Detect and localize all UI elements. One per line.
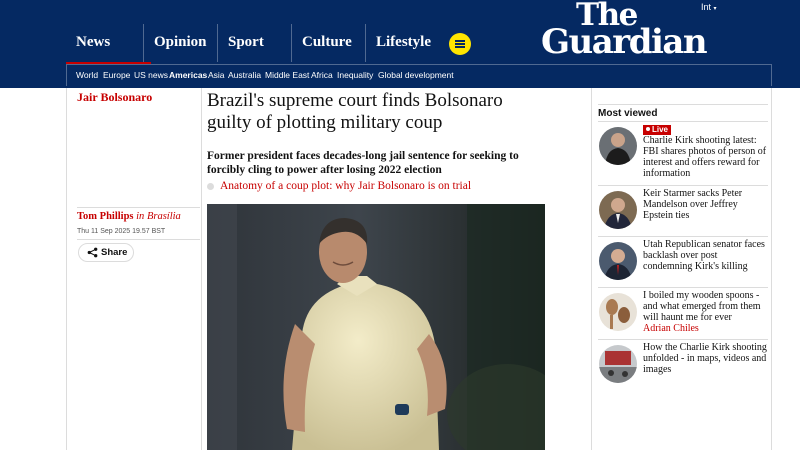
pillar-lifestyle[interactable]: Lifestyle [365, 24, 439, 62]
subnav-americas[interactable]: Americas [169, 70, 207, 80]
most-viewed-item[interactable]: Keir Starmer sacks Peter Mandelson over … [598, 185, 768, 237]
most-viewed-text: I boiled my wooden spoons - and what eme… [643, 290, 767, 334]
column-rule [771, 88, 772, 450]
most-viewed-headline[interactable]: Utah Republican senator faces backlash o… [643, 239, 765, 272]
chevron-down-icon: ▾ [713, 6, 717, 12]
thumbnail-image [599, 345, 637, 383]
pillar-culture[interactable]: Culture [291, 24, 365, 62]
subnav-europe[interactable]: Europe [103, 70, 130, 80]
subnav-australia[interactable]: Australia [228, 70, 261, 80]
subnav-inequality[interactable]: Inequality [337, 70, 373, 80]
subnav-us-news[interactable]: US news [134, 70, 168, 80]
share-icon [87, 247, 98, 258]
author-name[interactable]: Tom Phillips [77, 211, 134, 222]
most-viewed-text: How the Charlie Kirk shooting unfolded -… [643, 342, 767, 375]
live-label: Live [652, 125, 669, 134]
column-rule [591, 88, 592, 450]
article-headline: Brazil's supreme court finds Bolsonaro g… [207, 90, 503, 133]
most-viewed-item[interactable]: How the Charlie Kirk shooting unfolded -… [598, 339, 768, 389]
most-viewed-text: Utah Republican senator faces backlash o… [643, 239, 767, 272]
divider [598, 339, 768, 340]
thumbnail-image [599, 242, 637, 280]
article-standfirst: Former president faces decades-long jail… [207, 150, 519, 176]
divider [598, 287, 768, 288]
most-viewed-item[interactable]: Live Charlie Kirk shooting latest: FBI s… [598, 121, 768, 183]
share-label: Share [101, 247, 128, 258]
series-tag[interactable]: Jair Bolsonaro [77, 90, 152, 105]
live-dot-icon [646, 127, 650, 131]
divider [598, 236, 768, 237]
location-prefix: in [136, 211, 145, 222]
thumbnail-image [599, 127, 637, 165]
location-name: Brasília [146, 211, 181, 222]
pillar-opinion[interactable]: Opinion [143, 24, 217, 62]
subnav-global-development[interactable]: Global development [378, 70, 454, 80]
hero-photo [207, 204, 545, 450]
divider [77, 207, 200, 208]
masthead: Int ▾ The Guardian News Opinion Sport Cu… [0, 0, 800, 88]
column-rule [66, 88, 67, 450]
most-viewed-text: Live Charlie Kirk shooting latest: FBI s… [643, 124, 767, 179]
subnav-world[interactable]: World [76, 70, 98, 80]
pillar-sport[interactable]: Sport [217, 24, 291, 62]
share-button[interactable]: Share [78, 243, 134, 262]
most-viewed-heading: Most viewed [598, 108, 658, 119]
live-badge: Live [643, 125, 672, 135]
most-viewed-headline[interactable]: How the Charlie Kirk shooting unfolded -… [643, 342, 767, 375]
most-viewed-item[interactable]: Utah Republican senator faces backlash o… [598, 236, 768, 286]
thumbnail-image [599, 191, 637, 229]
thumbnail-image [599, 293, 637, 331]
most-viewed-author[interactable]: Adrian Chiles [643, 323, 699, 334]
publish-date: Thu 11 Sep 2025 19.57 BST [77, 228, 166, 235]
most-viewed-text: Keir Starmer sacks Peter Mandelson over … [643, 188, 767, 221]
most-viewed-headline[interactable]: I boiled my wooden spoons - and what eme… [643, 290, 761, 323]
related-link[interactable]: Anatomy of a coup plot: why Jair Bolsona… [207, 180, 471, 192]
bullet-icon [207, 182, 214, 190]
subnav-africa[interactable]: Africa [311, 70, 333, 80]
edition-label[interactable]: Int [701, 2, 711, 12]
logo-line-2: Guardian [541, 22, 708, 62]
byline: Tom Phillips in Brasília [77, 211, 181, 222]
subnav-middle-east[interactable]: Middle East [265, 70, 309, 80]
column-rule [201, 88, 202, 450]
menu-button[interactable] [449, 33, 471, 55]
most-viewed-item[interactable]: I boiled my wooden spoons - and what eme… [598, 287, 768, 339]
edition-selector[interactable]: Int ▾ [701, 2, 717, 12]
subnav-asia[interactable]: Asia [208, 70, 225, 80]
divider [598, 121, 768, 122]
related-link-text[interactable]: Anatomy of a coup plot: why Jair Bolsona… [220, 180, 471, 192]
divider [598, 185, 768, 186]
most-viewed-headline[interactable]: Charlie Kirk shooting latest: FBI shares… [643, 135, 766, 179]
divider [598, 104, 768, 105]
hero-image[interactable] [207, 204, 545, 450]
most-viewed-headline[interactable]: Keir Starmer sacks Peter Mandelson over … [643, 188, 742, 221]
pillar-news[interactable]: News [66, 24, 151, 65]
divider [77, 239, 200, 240]
sub-navigation: World Europe US news Americas Asia Austr… [66, 64, 772, 86]
